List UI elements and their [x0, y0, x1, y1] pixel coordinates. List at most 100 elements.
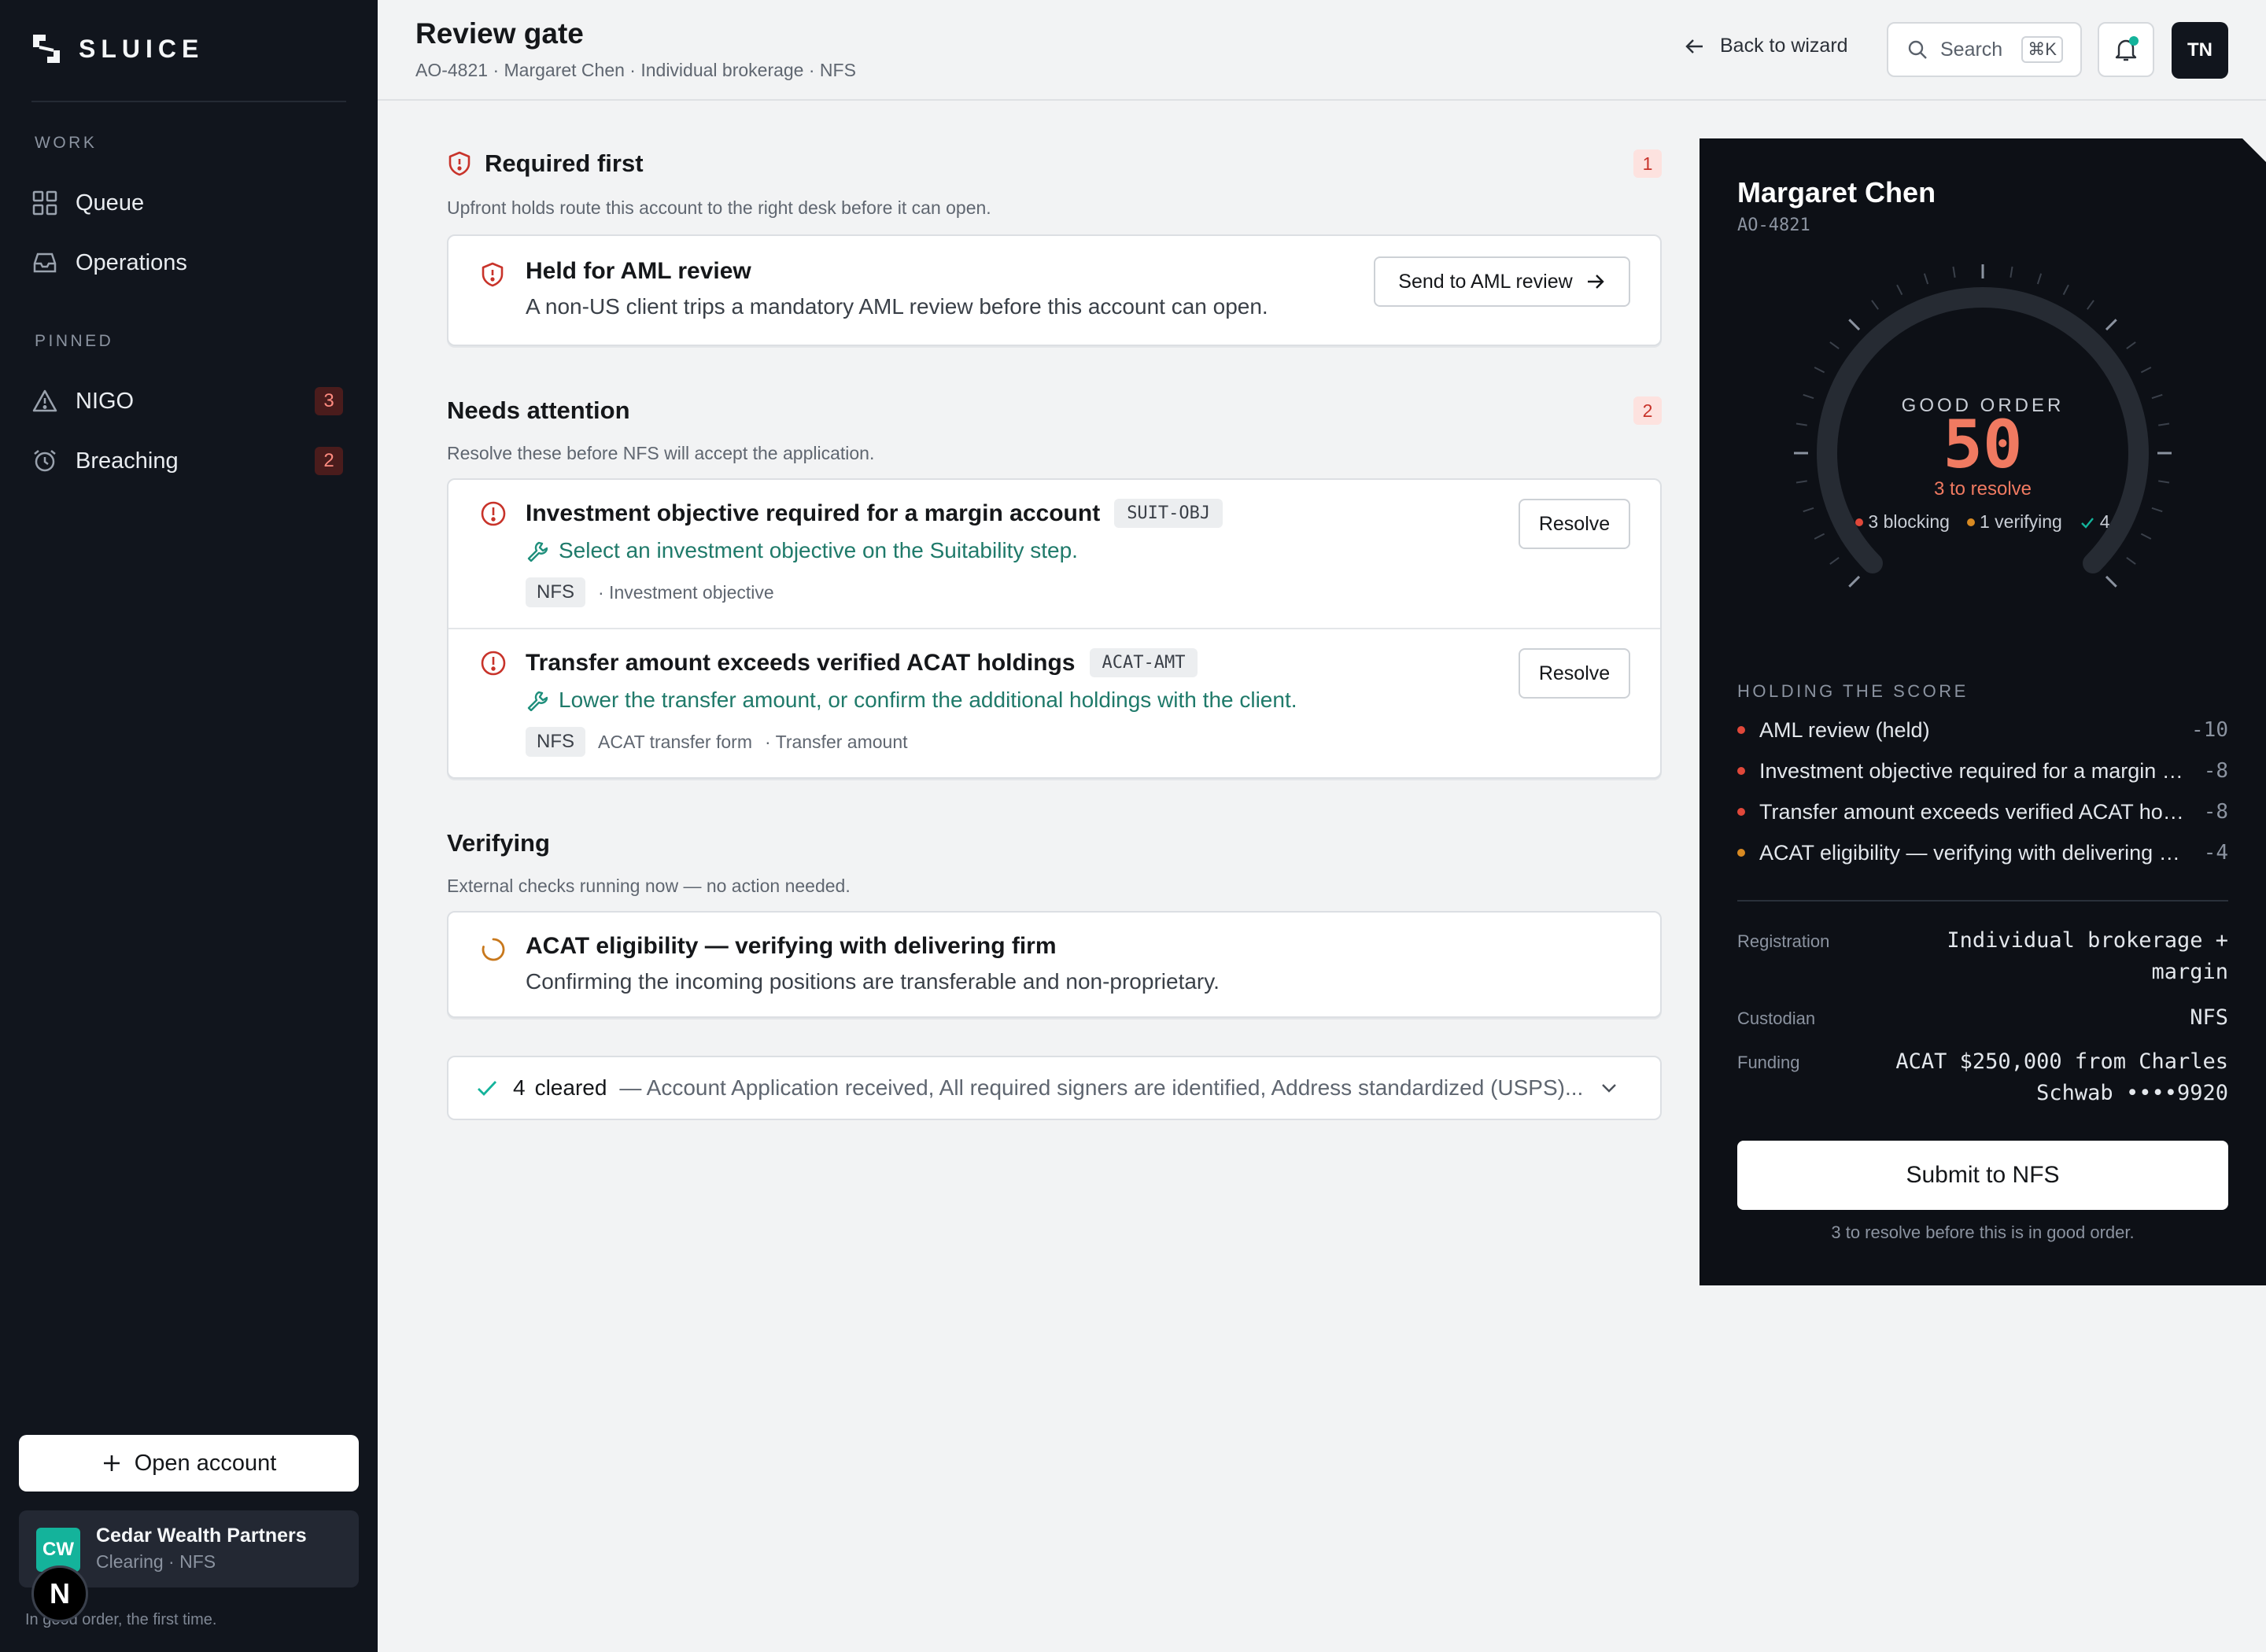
issue-title: Investment objective required for a marg…	[526, 499, 1223, 528]
holding-item-text: ACAT eligibility — verifying with delive…	[1759, 840, 2185, 865]
verifying-section-header: Verifying	[447, 829, 1662, 857]
assistant-bubble[interactable]: N	[31, 1565, 88, 1622]
issue-title-text: Investment objective required for a marg…	[526, 500, 1101, 526]
resolve-button[interactable]: Resolve	[1519, 648, 1630, 699]
attention-card: Investment objective required for a marg…	[447, 478, 1662, 779]
gauge-tick	[2087, 300, 2094, 310]
gauge-tick	[2126, 341, 2136, 349]
required-count-badge: 1	[1633, 149, 1662, 178]
search-label: Search	[1940, 38, 2003, 61]
fix-text: Lower the transfer amount, or confirm th…	[559, 688, 1297, 712]
check-icon	[2080, 517, 2094, 529]
brand-logo[interactable]: SLUICE	[31, 33, 204, 65]
sidebar-item-breaching[interactable]: Breaching 2	[31, 437, 346, 485]
issue-code-tag: SUIT-OBJ	[1114, 499, 1223, 528]
notifications-button[interactable]	[2098, 22, 2154, 77]
chevron-down-icon	[1602, 1084, 1617, 1093]
brand-name: SLUICE	[79, 34, 205, 63]
org-subtitle: Clearing · NFS	[96, 1551, 216, 1572]
section-label-pinned: PINNED	[35, 332, 114, 350]
client-name: Margaret Chen	[1737, 176, 1936, 208]
verifying-dot	[1966, 518, 1975, 526]
search-shortcut: ⌘K	[2021, 36, 2063, 63]
back-to-wizard-link[interactable]: Back to wizard	[1684, 35, 1848, 57]
sidebar-item-label: Breaching	[76, 448, 179, 474]
issue-meta: NFS ACAT transfer form · Transfer amount	[526, 727, 908, 757]
cleared-summary-row[interactable]: 4 cleared — Account Application received…	[447, 1056, 1662, 1120]
open-account-button[interactable]: Open account	[19, 1435, 359, 1492]
holding-item-text: Investment objective required for a marg…	[1759, 758, 2185, 783]
breaching-count-badge: 2	[315, 447, 343, 475]
sidebar-item-nigo[interactable]: NIGO 3	[31, 378, 346, 425]
gauge-tick	[2105, 319, 2117, 331]
issue-form: ACAT transfer form	[598, 731, 752, 752]
section-label-work: WORK	[35, 134, 98, 152]
holding-item-value: -10	[2191, 718, 2228, 742]
gauge-stats: 3 blocking 1 verifying 4	[1700, 511, 2266, 533]
gauge-tick	[1896, 284, 1903, 296]
alert-circle-icon	[481, 501, 506, 526]
account-score-panel: Margaret Chen AO-4821 GOOD ORDER 50 3 to…	[1700, 138, 2266, 1285]
grid-icon	[32, 190, 57, 216]
gauge-tick	[2140, 367, 2152, 374]
notification-dot	[2129, 36, 2139, 46]
gauge-to-resolve: 3 to resolve	[1933, 478, 2032, 500]
spinner-icon	[482, 938, 505, 961]
blocking-dot	[1855, 518, 1864, 526]
custodian-tag: NFS	[526, 727, 585, 757]
gauge-tick	[1829, 557, 1840, 565]
cleared-stat: 4	[2080, 511, 2110, 533]
search-button[interactable]: Search ⌘K	[1887, 22, 2082, 77]
alarm-clock-icon	[34, 450, 56, 472]
attention-count-badge: 2	[1633, 396, 1662, 425]
issue-row-suit-obj: Investment objective required for a marg…	[448, 480, 1660, 629]
funding-key: Funding	[1737, 1053, 1800, 1072]
gauge-tick	[1814, 367, 1825, 374]
gauge-tick	[2010, 266, 2013, 278]
attention-section-description: Resolve these before NFS will accept the…	[447, 443, 875, 463]
issue-field: · Transfer amount	[764, 731, 908, 752]
issue-fix-suggestion[interactable]: Lower the transfer amount, or confirm th…	[526, 688, 1297, 713]
verifying-section-description: External checks running now — no action …	[447, 876, 851, 896]
issue-field: · Investment objective	[598, 581, 774, 603]
panel-corner-fold	[2242, 138, 2266, 162]
user-avatar-button[interactable]: TN	[2172, 22, 2228, 79]
sidebar-item-label: Queue	[76, 190, 145, 216]
cleared-label: cleared	[534, 1075, 607, 1100]
gauge-tick	[1952, 266, 1956, 278]
alert-circle-icon	[481, 651, 506, 676]
verifying-stat: 1 verifying	[1966, 511, 2062, 533]
issue-fix-suggestion[interactable]: Select an investment objective on the Su…	[526, 538, 1078, 563]
attention-section-header: Needs attention 2	[447, 396, 1662, 425]
blocking-text: 3 blocking	[1868, 511, 1950, 532]
resolve-button[interactable]: Resolve	[1519, 499, 1630, 549]
sidebar: SLUICE WORK Queue Operations PINNED NIGO…	[0, 0, 378, 1652]
send-to-aml-review-button[interactable]: Send to AML review	[1374, 256, 1630, 307]
shield-alert-icon	[482, 262, 504, 287]
custodian-value: NFS	[2190, 1005, 2228, 1030]
holding-item-value: -4	[2203, 841, 2228, 865]
gauge-tick	[1923, 273, 1929, 285]
fix-text: Select an investment objective on the Su…	[559, 538, 1078, 562]
open-account-label: Open account	[134, 1450, 277, 1476]
verifying-text: 1 verifying	[1979, 511, 2062, 532]
aml-hold-description: A non-US client trips a mandatory AML re…	[526, 294, 1268, 319]
nigo-count-badge: 3	[315, 387, 343, 415]
send-to-aml-label: Send to AML review	[1398, 270, 1573, 293]
gauge-tick	[1829, 341, 1840, 349]
holding-item-text: Transfer amount exceeds verified ACAT ho…	[1759, 799, 2185, 824]
inbox-icon	[33, 253, 57, 273]
cleared-summary: — Account Application received, All requ…	[619, 1075, 1584, 1100]
sidebar-item-queue[interactable]: Queue	[31, 179, 346, 227]
holding-item: Investment objective required for a marg…	[1737, 750, 2228, 791]
custodian-tag: NFS	[526, 577, 585, 607]
holding-item-text: AML review (held)	[1759, 717, 1930, 742]
verifying-title: ACAT eligibility — verifying with delive…	[526, 933, 1057, 959]
submit-to-nfs-button[interactable]: Submit to NFS	[1737, 1141, 2228, 1210]
attention-section-title: Needs attention	[447, 396, 630, 424]
required-section-description: Upfront holds route this account to the …	[447, 197, 991, 218]
panel-divider	[1737, 900, 2228, 902]
sidebar-item-label: Operations	[76, 249, 187, 275]
sidebar-item-operations[interactable]: Operations	[31, 239, 346, 286]
verifying-section-title: Verifying	[447, 829, 550, 857]
